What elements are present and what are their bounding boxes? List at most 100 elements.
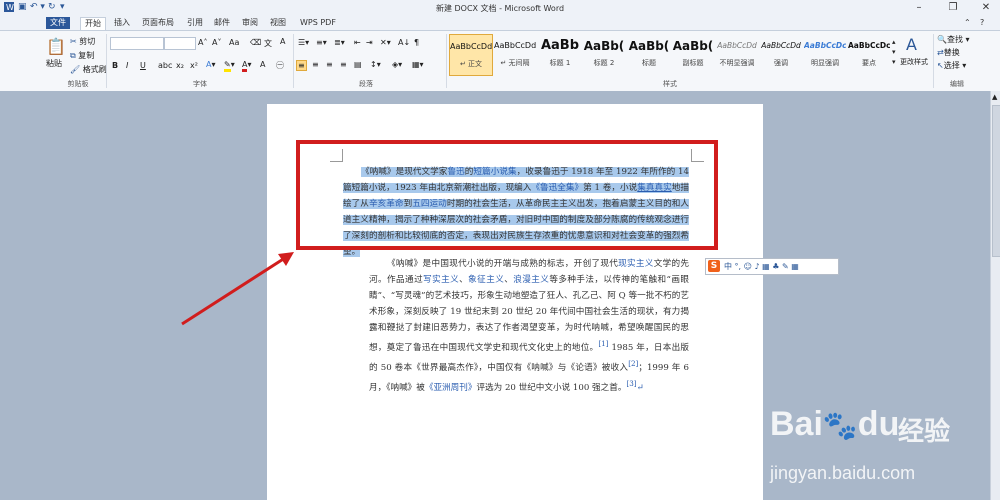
title-bar: W ▣ ↶ ▾ ↻ ▾ 新建 DOCX 文档 - Microsoft Word …	[0, 0, 1000, 17]
style-no-spacing[interactable]: AaBbCcDd ↵ 无间隔	[494, 34, 536, 74]
distributed-icon[interactable]: ▤	[354, 60, 362, 69]
format-painter-button[interactable]: 🖌 格式刷	[70, 64, 107, 75]
bullets-icon[interactable]: ☰▾	[298, 38, 309, 47]
style-strong[interactable]: AaBbCcDc 要点	[848, 34, 890, 74]
tab-review[interactable]: 审阅	[238, 17, 262, 29]
maximize-button[interactable]: ❐	[942, 1, 964, 15]
footnote-ref[interactable]: [3]	[626, 379, 636, 388]
ribbon: 📋 粘贴 ✂ 剪切 ⧉ 复制 🖌 格式刷 剪贴板 A˄ A˅ Aa ⌫ 文 A …	[0, 30, 1000, 92]
font-size-select[interactable]	[164, 37, 196, 50]
paste-icon[interactable]: 📋	[46, 37, 66, 56]
align-right-icon[interactable]: ≡	[326, 60, 333, 69]
subscript-icon[interactable]: x₂	[176, 61, 184, 70]
paragraph-mark: ↵	[636, 382, 644, 393]
close-button[interactable]: ✕	[975, 1, 997, 15]
shrink-font-button[interactable]: A˅	[212, 38, 221, 47]
shading-icon[interactable]: A	[260, 60, 265, 69]
find-button[interactable]: 🔍查找 ▾	[937, 34, 970, 45]
italic-button[interactable]: I	[126, 61, 128, 70]
baidu-watermark: Bai🐾du 经验 jingyan.baidu.com	[770, 405, 951, 483]
font-family-select[interactable]	[110, 37, 164, 50]
link-symbolism[interactable]: 象征主义	[468, 275, 504, 285]
editing-group-label: 编辑	[950, 80, 964, 88]
numbering-icon[interactable]: ≡▾	[316, 38, 327, 47]
style-emphasis[interactable]: AaBbCcDd 强调	[760, 34, 802, 74]
bold-button[interactable]: B	[112, 61, 118, 70]
link-realism-2[interactable]: 现实主义	[618, 259, 654, 269]
link-romanticism[interactable]: 浪漫主义	[513, 275, 549, 285]
character-border-icon[interactable]: A	[280, 37, 285, 46]
divider	[933, 34, 934, 88]
styles-scroll[interactable]: ▴ ▾ ▾	[892, 37, 896, 67]
chinese-layout-icon[interactable]: ✕▾	[380, 38, 391, 47]
font-group-label: 字体	[193, 80, 207, 88]
align-center-icon[interactable]: ≡	[312, 60, 319, 69]
tab-references[interactable]: 引用	[183, 17, 207, 29]
paste-button[interactable]: 粘贴	[46, 58, 62, 69]
replace-button[interactable]: ⇄替换	[937, 47, 960, 58]
change-styles-button[interactable]: 更改样式	[900, 57, 928, 67]
line-spacing-icon[interactable]: ↕▾	[370, 60, 381, 69]
text-effects-icon[interactable]: A▾	[206, 60, 216, 69]
tab-home[interactable]: 开始	[80, 17, 106, 30]
window-title: 新建 DOCX 文档 - Microsoft Word	[435, 4, 565, 13]
divider	[446, 34, 447, 88]
superscript-icon[interactable]: x²	[190, 61, 198, 70]
link-asia-weekly[interactable]: 《亚洲周刊》	[425, 383, 477, 393]
cut-button[interactable]: ✂ 剪切	[70, 36, 95, 47]
style-subtle-emphasis[interactable]: AaBbCcDd 不明显强调	[716, 34, 758, 74]
underline-button[interactable]: U	[140, 61, 146, 70]
tab-mailings[interactable]: 邮件	[210, 17, 234, 29]
divider	[106, 34, 107, 88]
copy-button[interactable]: ⧉ 复制	[70, 50, 94, 61]
footnote-ref[interactable]: [1]	[598, 339, 608, 348]
vertical-scrollbar[interactable]: ▲	[990, 91, 1000, 500]
highlight-icon[interactable]: ✎▾	[224, 60, 235, 72]
tab-page-layout[interactable]: 页面布局	[138, 17, 178, 29]
highlight-box	[296, 140, 718, 250]
select-button[interactable]: ↖选择 ▾	[937, 60, 966, 71]
show-marks-button[interactable]: ¶	[414, 38, 419, 47]
shading-bucket-icon[interactable]: ◈▾	[392, 60, 402, 69]
scissors-icon: ✂	[70, 37, 77, 46]
style-intense-emphasis[interactable]: AaBbCcDc 明显强调	[804, 34, 846, 74]
tab-insert[interactable]: 插入	[110, 17, 134, 29]
multilevel-list-icon[interactable]: ≣▾	[334, 38, 345, 47]
justify-icon[interactable]: ≡	[340, 60, 347, 69]
sort-button[interactable]: A↓	[398, 38, 410, 47]
footnote-ref[interactable]: [2]	[628, 359, 638, 368]
ime-tools[interactable]: 中 °, ☺ ♪ ▦ ♣ ✎ ▦	[724, 261, 799, 272]
ribbon-minimize-icon[interactable]: ⌃	[960, 17, 975, 29]
borders-icon[interactable]: ▦▾	[412, 60, 424, 69]
minimize-button[interactable]: –	[908, 1, 930, 15]
help-icon[interactable]: ?	[976, 17, 988, 29]
paragraph-group-label: 段落	[359, 80, 373, 88]
enclose-icon[interactable]: ㊀	[276, 60, 284, 71]
style-heading-1[interactable]: AaBb 标题 1	[539, 34, 581, 74]
grow-font-button[interactable]: A˄	[198, 38, 207, 47]
style-subtitle[interactable]: AaBb( 副标题	[672, 34, 714, 74]
ime-toolbar[interactable]: S 中 °, ☺ ♪ ▦ ♣ ✎ ▦	[705, 258, 839, 275]
tab-wps-pdf[interactable]: WPS PDF	[296, 17, 340, 29]
change-case-button[interactable]: Aa	[229, 38, 239, 47]
style-title[interactable]: AaBb( 标题	[628, 34, 670, 74]
copy-icon: ⧉	[70, 51, 76, 60]
tab-file[interactable]: 文件	[46, 17, 70, 29]
scroll-up-icon[interactable]: ▲	[992, 93, 997, 101]
increase-indent-icon[interactable]: ⇥	[366, 38, 373, 47]
strikethrough-icon[interactable]: abc	[158, 61, 172, 70]
sogou-logo-icon: S	[708, 260, 720, 272]
font-color-icon[interactable]: A▾	[242, 60, 252, 72]
arrow-annotation	[181, 252, 294, 326]
paragraph-2[interactable]: 《呐喊》是中国现代小说的开端与成熟的标志，开创了现代现实主义文学的先河。作品通过…	[369, 256, 689, 396]
decrease-indent-icon[interactable]: ⇤	[354, 38, 361, 47]
scroll-thumb[interactable]	[992, 105, 1000, 257]
change-styles-icon[interactable]: A	[906, 35, 917, 54]
style-heading-2[interactable]: AaBb( 标题 2	[583, 34, 625, 74]
phonetic-guide-icon[interactable]: 文	[264, 38, 272, 49]
link-realist-writing[interactable]: 写实主义	[423, 275, 459, 285]
clear-format-icon[interactable]: ⌫	[250, 38, 261, 47]
style-normal[interactable]: AaBbCcDd ↵ 正文	[449, 34, 493, 76]
tab-view[interactable]: 视图	[266, 17, 290, 29]
align-left-icon[interactable]: ≡	[296, 60, 307, 71]
